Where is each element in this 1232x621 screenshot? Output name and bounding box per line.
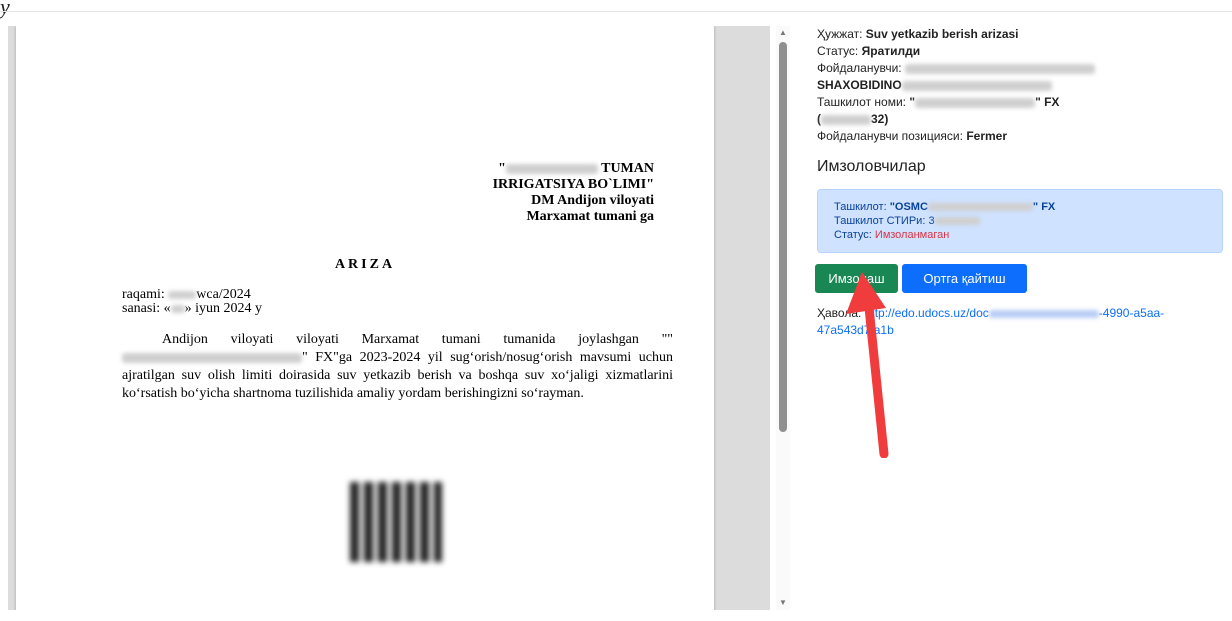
- signers-title: Имзоловчилар: [817, 158, 926, 175]
- corner-glyph: y: [0, 0, 10, 19]
- top-divider: [0, 11, 1232, 12]
- user-label: Фойдаланувчи:: [817, 61, 902, 75]
- signer-inn-label: Ташкилот СТИРи:: [834, 215, 926, 227]
- number-value: wca/2024: [196, 287, 251, 302]
- addressee-quote: ": [498, 161, 506, 176]
- redacted-org: [915, 97, 1036, 108]
- scroll-thumb[interactable]: [779, 42, 787, 432]
- viewer-scrollbar[interactable]: ▲ ▼: [776, 26, 790, 610]
- qr-code: [350, 482, 442, 562]
- user-name: SHAXOBIDINO: [817, 78, 902, 92]
- status-value: Яратилди: [861, 44, 921, 58]
- scroll-down-arrow-icon[interactable]: ▼: [776, 596, 790, 610]
- signer-org-suffix: " FX: [1032, 201, 1056, 213]
- redacted-user-id: [901, 80, 1052, 91]
- redacted-link: [988, 309, 1099, 318]
- document-body: Andijon viloyati viloyati Marxamat tuman…: [122, 331, 673, 403]
- redacted-user: [904, 63, 1095, 74]
- document-addressee: " TUMAN IRRIGATSIYA BO`LIMI" DM Andijon …: [493, 161, 654, 225]
- signer-inn-value: 3: [928, 215, 935, 227]
- signer-status-value: Имзоланмаган: [874, 229, 950, 241]
- doc-value: Suv yetkazib berish arizasi: [865, 27, 1019, 41]
- signer-status-label: Статус:: [834, 229, 872, 241]
- org-suffix: " FX: [1035, 95, 1060, 109]
- signer-org-label: Ташкилот:: [834, 201, 887, 213]
- redacted-day: [170, 304, 185, 313]
- org-id-value: 32): [871, 112, 889, 126]
- position-value: Fermer: [966, 129, 1007, 143]
- addressee-line2: IRRIGATSIYA BO`LIMI": [492, 177, 654, 192]
- back-button[interactable]: Ортга қайтиш: [902, 264, 1027, 293]
- number-label: raqami:: [122, 287, 165, 302]
- redacted-signer-org: [927, 203, 1033, 212]
- document-viewer[interactable]: " TUMAN IRRIGATSIYA BO`LIMI" DM Andijon …: [8, 26, 770, 610]
- document-page: " TUMAN IRRIGATSIYA BO`LIMI" DM Andijon …: [16, 26, 714, 610]
- addressee-line4: Marxamat tumani ga: [526, 209, 654, 224]
- annotation-arrow-icon: [846, 272, 889, 458]
- redacted-number: [168, 290, 197, 299]
- status-label: Статус:: [817, 44, 859, 58]
- document-info: Ҳужжат: Suv yetkazib berish arizasi Стат…: [817, 26, 1227, 145]
- body-text-part1: Andijon viloyati viloyati Marxamat tuman…: [162, 332, 673, 347]
- redacted-org-id: [821, 114, 871, 125]
- signer-org-value: "OSMC: [889, 201, 928, 213]
- doc-label: Ҳужжат:: [817, 27, 863, 41]
- org-label: Ташкилот номи:: [817, 95, 907, 109]
- signer-card: Ташкилот: "OSMC " FX Ташкилот СТИРи: 3 Ст…: [817, 189, 1223, 253]
- document-registration: raqami: wca/2024 sanasi: « » iyun 2024 y: [122, 288, 262, 316]
- redacted-district: [505, 163, 598, 174]
- date-value: » iyun 2024 y: [184, 301, 262, 316]
- addressee-line1: TUMAN: [601, 161, 654, 176]
- redacted-farm-name: [122, 352, 302, 363]
- date-label: sanasi: «: [122, 301, 171, 316]
- addressee-line3: DM Andijon viloyati: [531, 193, 654, 208]
- redacted-inn: [934, 217, 980, 226]
- document-title: ARIZA: [334, 257, 396, 272]
- scroll-up-arrow-icon[interactable]: ▲: [776, 26, 790, 40]
- position-label: Фойдаланувчи позицияси:: [817, 129, 963, 143]
